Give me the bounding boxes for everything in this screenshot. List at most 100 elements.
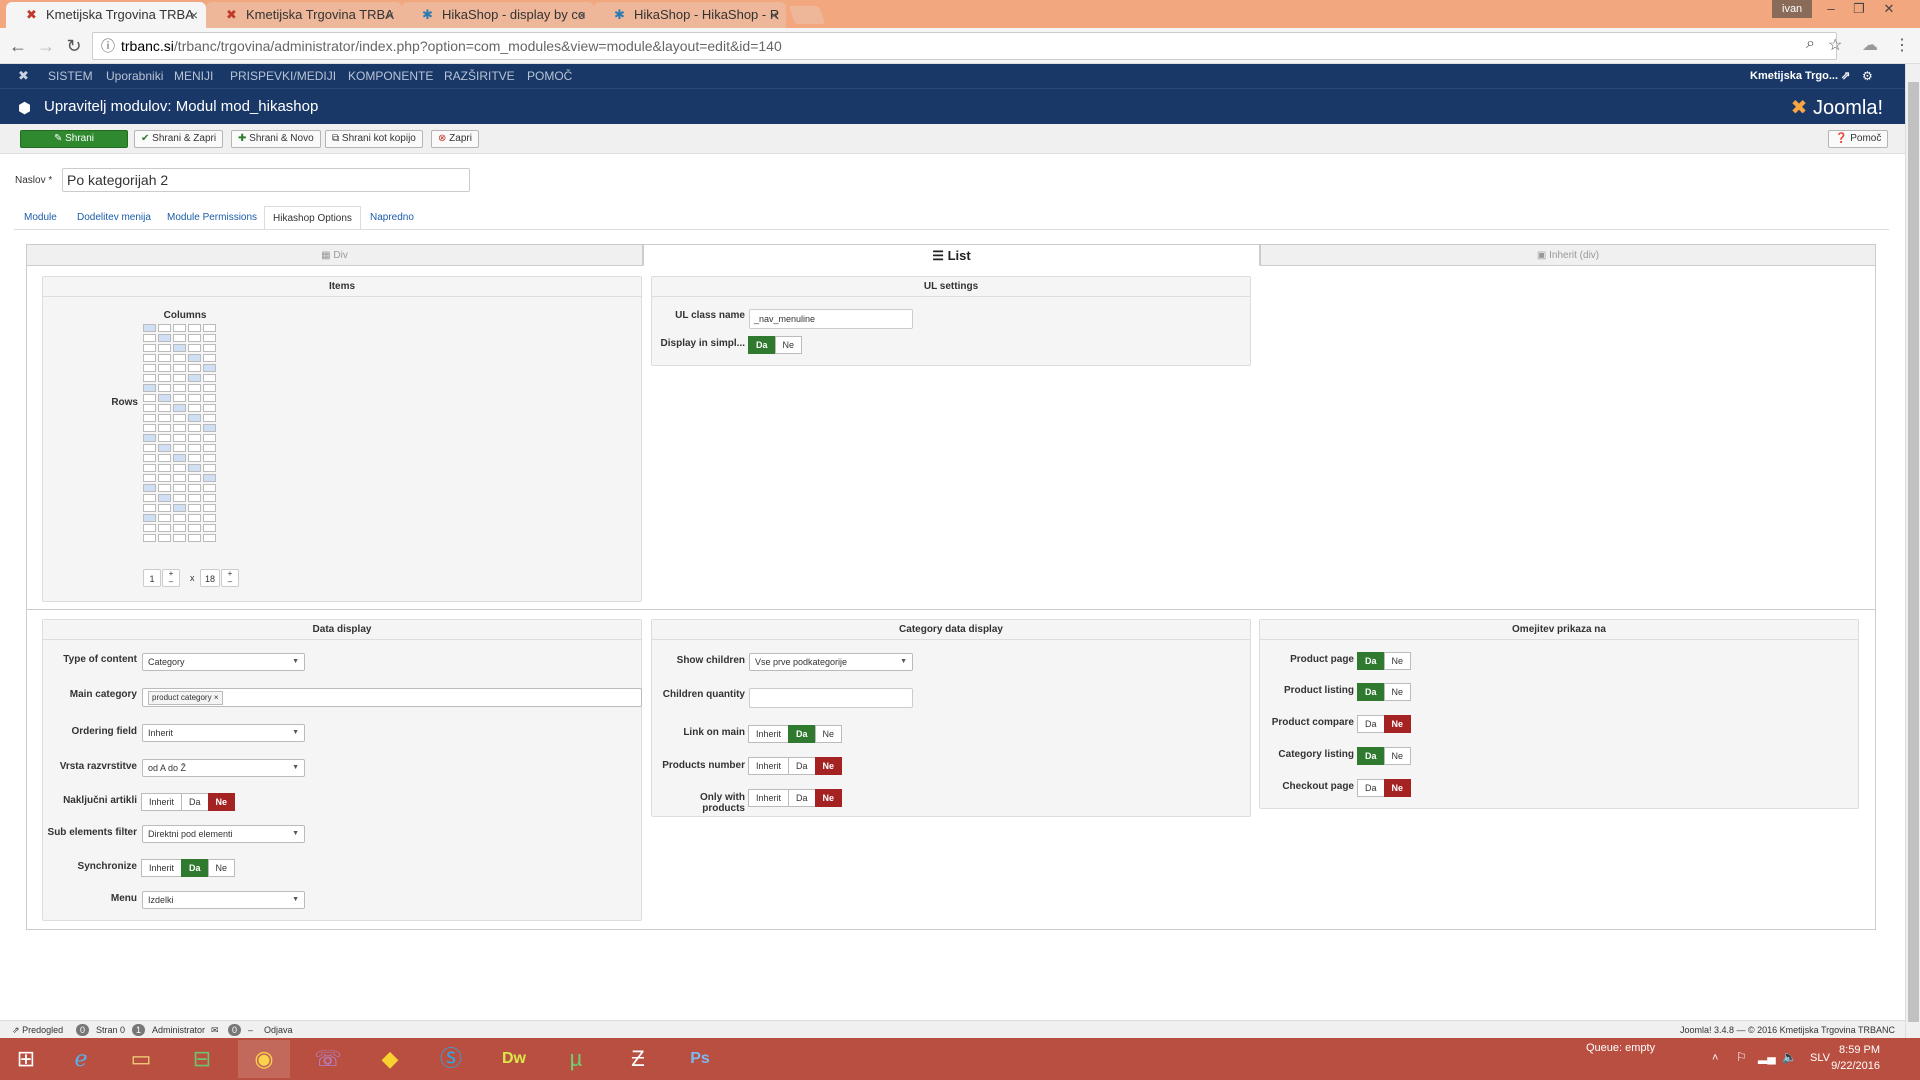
grid-cell[interactable] — [188, 384, 201, 392]
children-qty-input[interactable] — [749, 688, 913, 708]
new-tab-button[interactable] — [788, 6, 826, 24]
checkout-page-toggle[interactable]: Da Ne — [1357, 779, 1412, 797]
tab-hikashop-options[interactable]: Hikashop Options — [264, 206, 361, 230]
grid-cell[interactable] — [143, 514, 156, 522]
grid-cell[interactable] — [203, 534, 216, 542]
grid-cell[interactable] — [143, 504, 156, 512]
grid-cell[interactable] — [158, 504, 171, 512]
columns-stepper[interactable]: + – — [162, 569, 180, 587]
close-tab-icon[interactable]: × — [770, 2, 778, 28]
ul-class-input[interactable]: _nav_menuline — [749, 309, 913, 329]
layout-tab-div[interactable]: ▦ Div — [26, 244, 643, 266]
grid-cell[interactable] — [203, 504, 216, 512]
save-new-button[interactable]: ✚ Shrani & Novo — [231, 130, 321, 148]
minimize-icon[interactable]: – — [1817, 0, 1845, 18]
grid-cell[interactable] — [188, 484, 201, 492]
items-grid-selector[interactable] — [143, 324, 219, 544]
grid-cell[interactable] — [143, 484, 156, 492]
option-da[interactable]: Da — [1357, 747, 1385, 765]
nav-uporabniki[interactable]: Uporabniki — [106, 64, 163, 88]
grid-cell[interactable] — [173, 364, 186, 372]
grid-cell[interactable] — [143, 414, 156, 422]
help-button[interactable]: ❓ Pomoč — [1828, 130, 1889, 148]
grid-cell[interactable] — [158, 434, 171, 442]
option-ne[interactable]: Ne — [1383, 779, 1412, 797]
grid-cell[interactable] — [203, 384, 216, 392]
nav-sistem[interactable]: SISTEM — [48, 64, 93, 88]
grid-cell[interactable] — [173, 474, 186, 482]
grid-cell[interactable] — [158, 514, 171, 522]
grid-cell[interactable] — [173, 464, 186, 472]
category-listing-toggle[interactable]: Da Ne — [1357, 747, 1412, 765]
tab-module[interactable]: Module — [16, 206, 65, 230]
grid-cell[interactable] — [188, 434, 201, 442]
grid-cell[interactable] — [203, 464, 216, 472]
only-products-toggle[interactable]: Inherit Da Ne — [748, 789, 843, 807]
logout-link[interactable]: Odjava — [264, 1021, 293, 1039]
product-listing-toggle[interactable]: Da Ne — [1357, 683, 1412, 701]
grid-cell[interactable] — [188, 454, 201, 462]
reload-icon[interactable]: ↻ — [62, 34, 86, 58]
grid-cell[interactable] — [203, 334, 216, 342]
title-input[interactable]: Po kategorijah 2 — [62, 168, 470, 192]
vertical-scrollbar[interactable] — [1905, 64, 1920, 1038]
vrsta-select[interactable]: od A do Ž ▼ — [142, 759, 305, 777]
grid-cell[interactable] — [173, 444, 186, 452]
grid-cell[interactable] — [203, 404, 216, 412]
forward-icon[interactable]: → — [34, 34, 58, 58]
grid-cell[interactable] — [203, 524, 216, 532]
option-da[interactable]: Da — [1357, 715, 1385, 733]
link-main-toggle[interactable]: Inherit Da Ne — [748, 725, 843, 743]
grid-cell[interactable] — [173, 324, 186, 332]
grid-cell[interactable] — [173, 434, 186, 442]
close-button[interactable]: ⊗ Zapri — [431, 130, 479, 148]
tab-napredno[interactable]: Napredno — [362, 206, 422, 230]
rows-stepper[interactable]: + – — [221, 569, 239, 587]
browser-tab-3[interactable]: ✱ HikaShop - display by co × — [402, 2, 594, 28]
grid-cell[interactable] — [173, 334, 186, 342]
option-ne[interactable]: Ne — [1383, 747, 1412, 765]
grid-cell[interactable] — [188, 424, 201, 432]
grid-cell[interactable] — [158, 474, 171, 482]
site-link[interactable]: Kmetijska Trgo... ⇗ — [1750, 64, 1850, 88]
preview-link[interactable]: ⇗ Predogled — [12, 1021, 63, 1039]
grid-cell[interactable] — [188, 364, 201, 372]
grid-cell[interactable] — [188, 394, 201, 402]
grid-cell[interactable] — [158, 324, 171, 332]
type-content-select[interactable]: Category ▼ — [142, 653, 305, 671]
grid-cell[interactable] — [143, 474, 156, 482]
windows-start-icon[interactable]: ⊞ — [0, 1040, 52, 1078]
restore-icon[interactable]: ❐ — [1845, 0, 1873, 18]
zoom-search-icon[interactable]: ⌕ — [1806, 35, 1815, 53]
option-ne[interactable]: Ne — [207, 793, 236, 811]
browser-tab-2[interactable]: ✖ Kmetijska Trgovina TRBA × — [206, 2, 402, 28]
grid-cell[interactable] — [158, 384, 171, 392]
close-window-icon[interactable]: ✕ — [1875, 0, 1903, 18]
scrollbar-thumb[interactable] — [1908, 82, 1919, 1022]
save-copy-button[interactable]: ⧉ Shrani kot kopijo — [325, 130, 423, 148]
info-icon[interactable]: ⓘ — [101, 33, 115, 59]
tab-dodelitev-menija[interactable]: Dodelitev menija — [69, 206, 159, 230]
chrome-icon[interactable]: ◉ — [238, 1040, 290, 1078]
grid-cell[interactable] — [143, 534, 156, 542]
file-explorer-icon[interactable]: ▭ — [115, 1040, 167, 1078]
browser-tab-1[interactable]: ✖ Kmetijska Trgovina TRBA × — [6, 2, 206, 28]
grid-cell[interactable] — [188, 344, 201, 352]
option-da[interactable]: Da — [748, 336, 776, 354]
grid-cell[interactable] — [203, 454, 216, 462]
browser-tab-4[interactable]: ✱ HikaShop - HikaShop - R × — [594, 2, 786, 28]
products-number-toggle[interactable]: Inherit Da Ne — [748, 757, 843, 775]
dreamweaver-icon[interactable]: Dw — [488, 1040, 540, 1078]
tray-up-arrow-icon[interactable]: ˄ — [1712, 1052, 1718, 1064]
option-inherit[interactable]: Inherit — [748, 757, 790, 775]
grid-cell[interactable] — [158, 454, 171, 462]
option-da[interactable]: Da — [181, 859, 209, 877]
close-tab-icon[interactable]: × — [578, 2, 586, 28]
grid-cell[interactable] — [158, 464, 171, 472]
product-page-toggle[interactable]: Da Ne — [1357, 652, 1412, 670]
volume-icon[interactable]: 🔈 — [1782, 1050, 1797, 1064]
option-ne[interactable]: Ne — [814, 757, 843, 775]
grid-cell[interactable] — [188, 504, 201, 512]
nav-meniji[interactable]: MENIJI — [174, 64, 213, 88]
option-inherit[interactable]: Inherit — [141, 859, 183, 877]
